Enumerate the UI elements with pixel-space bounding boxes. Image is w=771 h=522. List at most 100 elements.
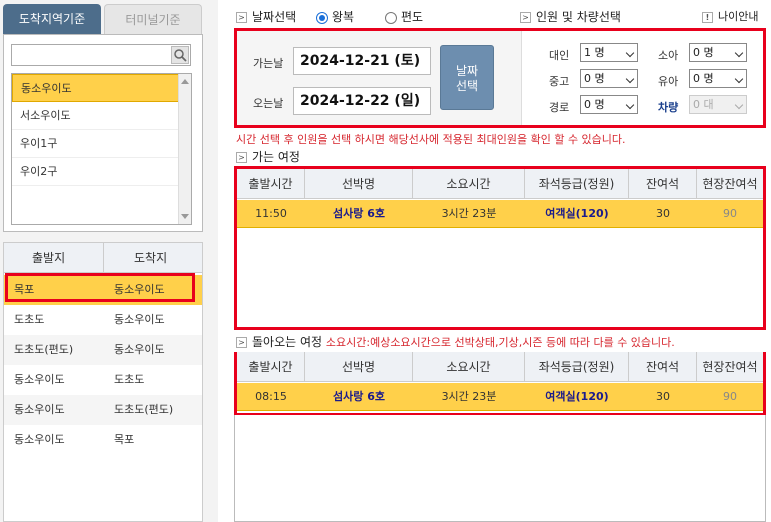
cell-grade: 여객실(120) [545,207,609,220]
table-row[interactable]: 도초도 동소우이도 [4,305,202,335]
th-onsite: 현장잔여석 [702,360,758,374]
infant-select[interactable]: 0 명 [689,69,747,88]
table-row[interactable]: 08:15 섬사랑 6호 3시간 23분 여객실(120) 30 90 [237,383,763,411]
th-depart-time: 출발시간 [237,169,305,199]
youth-label: 중고 [549,75,570,88]
region-panel: 동소우이도 서소우이도 우이1구 우이2구 [3,34,203,232]
cell-onsite: 90 [723,390,737,403]
vehicle-select: 0 대 [689,95,747,114]
table-row[interactable]: 동소우이도 목포 [4,425,202,455]
table-row[interactable]: 도초도(편도) 동소우이도 [4,335,202,365]
route-from: 도초도(편도) [14,343,74,356]
cell-time: 08:15 [255,390,287,403]
return-label: 오는날 [253,97,284,110]
youth-select[interactable]: 0 명 [580,69,638,88]
route-from: 동소우이도 [14,433,65,446]
list-item[interactable]: 동소우이도 [12,74,191,102]
th-onsite: 현장잔여석 [702,177,758,191]
list-item[interactable]: 서소우이도 [12,102,191,130]
route-from: 도초도 [14,313,45,326]
region-search [11,44,191,66]
adult-select[interactable]: 1 명 [580,43,638,62]
th-grade: 좌석등급(정원) [525,352,629,382]
return-note: 소요시간:예상소요시간으로 선박상태,기상,시즌 등에 따라 다를 수 있습니다… [325,336,675,349]
route-from: 동소우이도 [14,373,65,386]
left-panel: 도착지역기준 터미널기준 동소우이도 서소우이도 우이1구 우이2구 출발지 도… [0,0,218,522]
arrow-right-icon: > [236,152,247,163]
age-guide-link[interactable]: ! 나이안내 [702,8,758,24]
table-row[interactable]: 동소우이도 도초도 [4,365,202,395]
return-header: > 돌아오는 여정 소요시간:예상소요시간으로 선박상태,기상,시즌 등에 따라 … [236,333,675,350]
info-icon: ! [702,11,713,23]
return-date-field[interactable]: 2024-12-22 (일) [293,87,431,115]
cell-onsite: 90 [723,207,737,220]
depart-label: 가는날 [253,57,284,70]
adult-label: 대인 [549,49,570,62]
cell-duration: 3시간 23분 [441,207,497,220]
return-table-empty-area [234,415,766,522]
cell-grade: 여객실(120) [545,390,609,403]
radio-roundtrip-icon[interactable] [316,11,328,24]
th-duration: 소요시간 [413,169,525,199]
vehicle-label: 차량 [658,101,679,114]
th-depart-time: 출발시간 [237,352,305,382]
radio-roundtrip[interactable]: 왕복 [316,8,354,25]
scroll-up-icon[interactable] [181,79,189,84]
route-table-header: 출발지 도착지 [4,243,202,273]
radio-oneway[interactable]: 편도 [385,8,423,25]
radio-roundtrip-label: 왕복 [332,10,355,24]
cell-time: 11:50 [255,207,287,220]
outbound-header: > 가는 여정 [236,148,300,165]
cell-ship: 섬사랑 6호 [333,207,385,220]
header-from: 출발지 [32,251,66,265]
tab-arrival-region[interactable]: 도착지역기준 [3,4,101,34]
th-duration: 소요시간 [413,352,525,382]
th-grade: 좌석등급(정원) [525,169,629,199]
route-to: 목포 [114,433,135,446]
date-section-title: 날짜선택 [252,10,297,24]
table-row[interactable]: 동소우이도 도초도(편도) [4,395,202,425]
date-panel: 가는날 2024-12-21 (토) 오는날 2024-12-22 (일) 날짜… [237,31,521,125]
table-row[interactable]: 11:50 섬사랑 6호 3시간 23분 여객실(120) 30 90 [237,200,763,228]
th-remaining: 잔여석 [629,352,697,382]
cell-duration: 3시간 23분 [441,390,497,403]
date-select-button[interactable]: 날짜 선택 [440,45,494,110]
region-list-scrollbar[interactable] [178,74,191,224]
return-title: 돌아오는 여정 [252,335,323,349]
route-to: 동소우이도 [114,343,165,356]
arrow-right-icon: > [236,337,247,348]
radio-oneway-label: 편도 [401,10,424,24]
return-table: 출발시간 선박명 소요시간 좌석등급(정원) 잔여석 현장잔여석 08:15 섬… [234,352,766,416]
pax-section-header: > 인원 및 차량선택 [520,8,621,25]
arrow-right-icon: > [236,12,247,23]
notice-text: 시간 선택 후 인원을 선택 하시면 해당선사에 적용된 최대인원을 확인 할 … [236,133,626,146]
region-tabs: 도착지역기준 터미널기준 [3,4,203,34]
date-select-button-line1: 날짜 [455,64,479,78]
region-search-input[interactable] [12,45,170,65]
senior-label: 경로 [549,101,570,114]
route-from: 동소우이도 [14,403,65,416]
route-to: 도초도(편도) [114,403,174,416]
th-remaining: 잔여석 [629,169,697,199]
child-select[interactable]: 0 명 [689,43,747,62]
date-pax-panel: 가는날 2024-12-21 (토) 오는날 2024-12-22 (일) 날짜… [234,28,766,128]
depart-date-field[interactable]: 2024-12-21 (토) [293,47,431,75]
cell-ship: 섬사랑 6호 [333,390,385,403]
list-item[interactable]: 우이1구 [12,130,191,158]
outbound-title: 가는 여정 [252,150,300,164]
age-guide-label: 나이안내 [718,10,759,23]
senior-select[interactable]: 0 명 [580,95,638,114]
list-item[interactable]: 우이2구 [12,158,191,186]
child-label: 소아 [658,49,679,62]
cell-remaining: 30 [656,390,670,403]
search-button[interactable] [171,46,189,64]
th-ship: 선박명 [305,169,413,199]
tab-terminal[interactable]: 터미널기준 [104,4,202,34]
header-to: 도착지 [134,251,168,265]
th-ship: 선박명 [305,352,413,382]
cell-remaining: 30 [656,207,670,220]
pax-section-title: 인원 및 차량선택 [536,10,621,24]
region-list: 동소우이도 서소우이도 우이1구 우이2구 [11,73,192,225]
radio-oneway-icon[interactable] [385,11,397,24]
scroll-down-icon[interactable] [181,214,189,219]
